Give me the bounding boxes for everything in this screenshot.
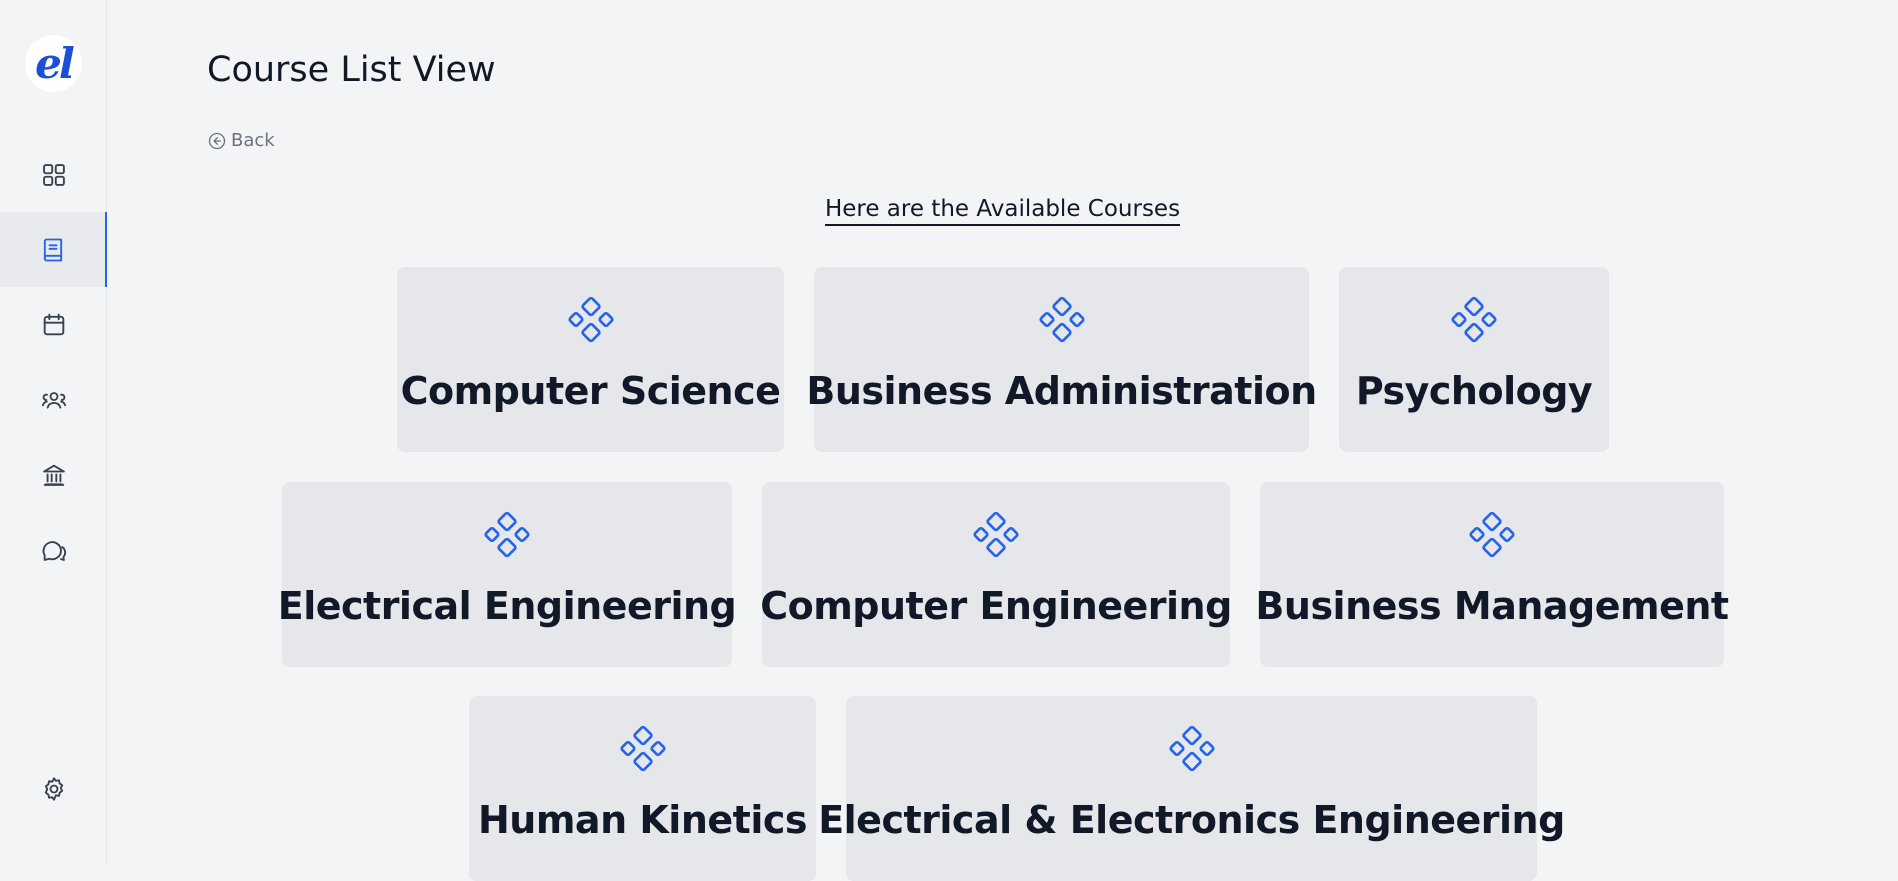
users-icon (41, 391, 66, 409)
component-icon (1448, 295, 1500, 347)
component-icon (970, 510, 1022, 562)
back-label: Back (231, 130, 275, 151)
component-icon (1166, 724, 1218, 776)
sidebar-item-messages[interactable] (0, 512, 107, 587)
gear-icon (44, 776, 63, 801)
page-title: Course List View (207, 50, 496, 90)
component-icon (1466, 510, 1518, 562)
course-title: Electrical Engineering (277, 584, 737, 628)
course-title: Psychology (1355, 369, 1593, 413)
sidebar-item-courses[interactable] (0, 212, 107, 287)
back-button[interactable]: Back (207, 130, 275, 151)
book-icon (43, 238, 62, 261)
course-card[interactable]: Business Management (1255, 482, 1729, 667)
component-icon (565, 295, 617, 347)
course-card[interactable]: Electrical Engineering (278, 482, 737, 667)
course-card[interactable]: Psychology (1339, 267, 1609, 452)
component-icon (1036, 295, 1088, 347)
calendar-icon (43, 313, 64, 335)
sidebar-item-calendar[interactable] (0, 287, 107, 362)
course-card[interactable]: Business Administration (806, 267, 1317, 452)
settings-button[interactable] (0, 751, 107, 826)
course-title: Computer Engineering (760, 584, 1232, 628)
course-title: Business Administration (806, 369, 1317, 413)
app-logo[interactable]: el (25, 35, 82, 92)
sidebar-item-people[interactable] (0, 362, 107, 437)
component-icon (481, 510, 533, 562)
available-courses-heading: Here are the Available Courses (824, 196, 1181, 226)
course-card[interactable]: Computer Science (397, 267, 784, 452)
component-icon (617, 724, 669, 776)
course-card[interactable]: Electrical & Electronics Engineering (818, 696, 1565, 881)
course-title: Human Kinetics (477, 798, 808, 842)
course-title: Business Management (1255, 584, 1729, 628)
sidebar: el (0, 0, 107, 864)
chat-icon (42, 540, 66, 561)
arrow-left-circle-icon (208, 132, 226, 149)
course-title: Computer Science (400, 369, 781, 413)
sidebar-item-institution[interactable] (0, 437, 107, 512)
grid-icon (42, 163, 65, 186)
course-card[interactable]: Human Kinetics (469, 696, 816, 881)
course-card[interactable]: Computer Engineering (760, 482, 1232, 667)
bank-icon (42, 464, 65, 486)
sidebar-item-dashboard[interactable] (0, 137, 107, 212)
section-heading: Here are the Available Courses (0, 196, 1898, 226)
course-title: Electrical & Electronics Engineering (818, 798, 1565, 842)
